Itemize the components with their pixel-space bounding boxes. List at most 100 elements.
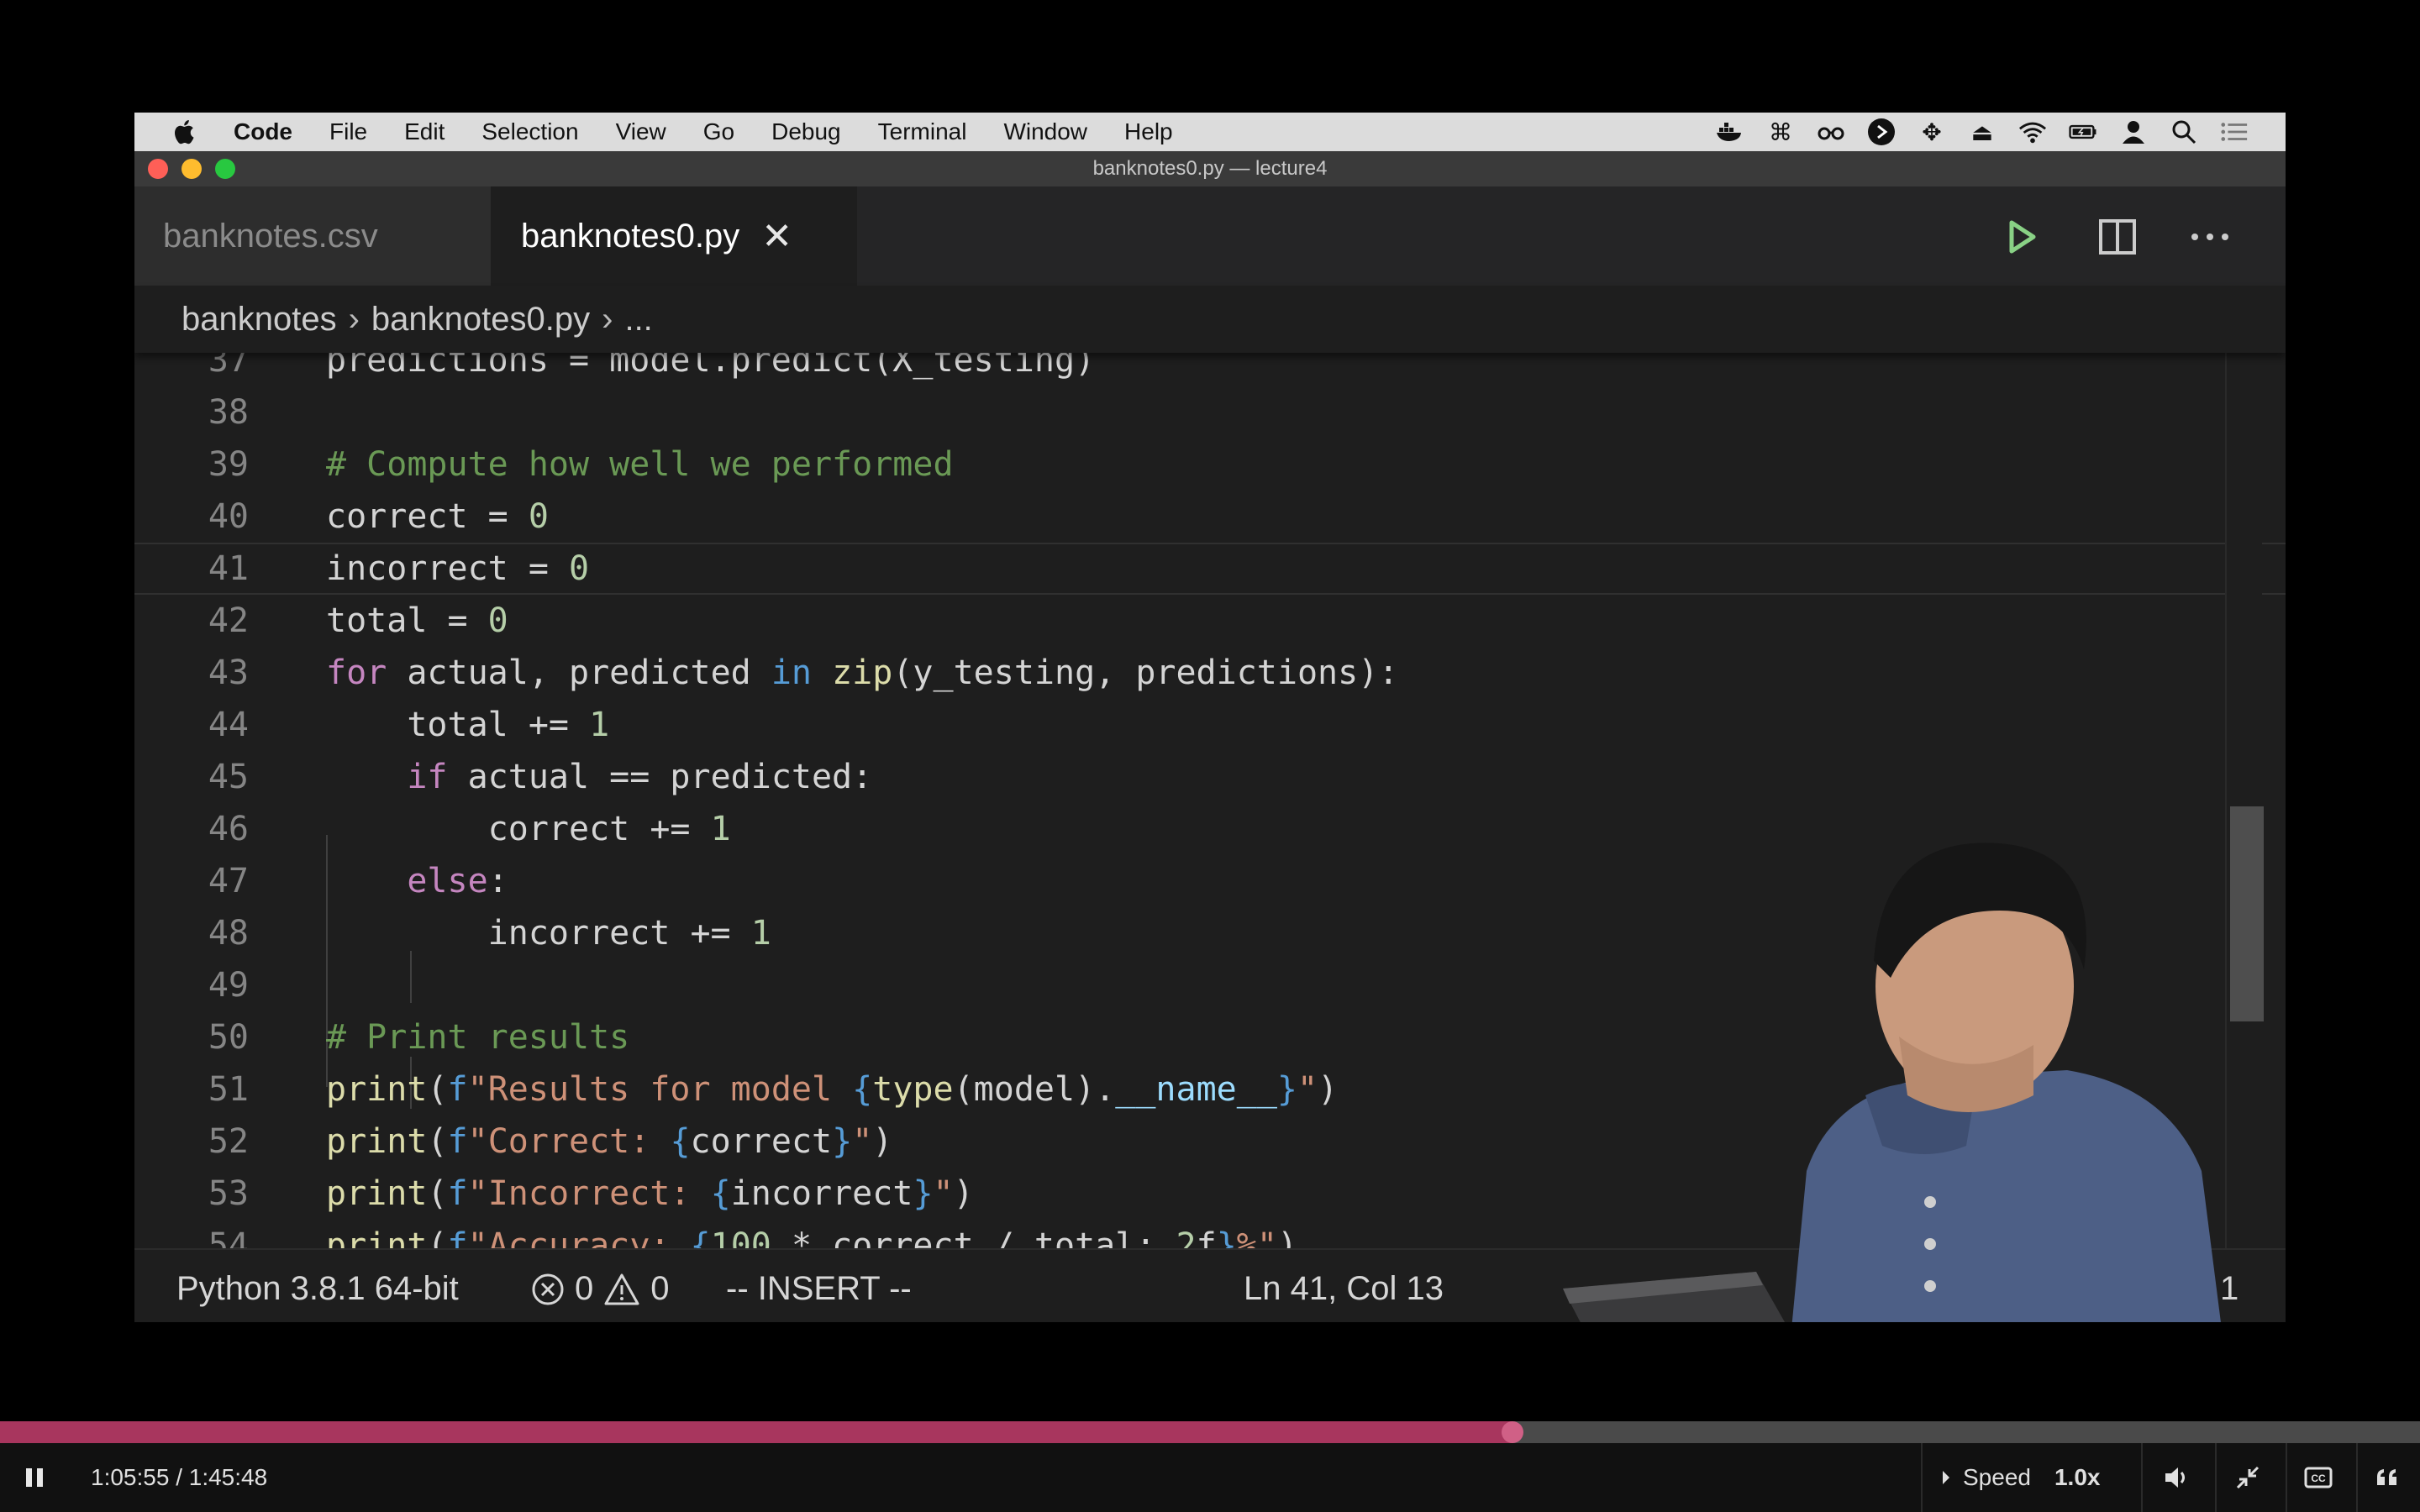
progress-handle[interactable] <box>1502 1421 1523 1443</box>
list-icon[interactable] <box>2220 118 2249 146</box>
code-line[interactable]: 39 # Compute how well we performed <box>134 438 2286 491</box>
menu-debug[interactable]: Debug <box>753 118 860 145</box>
search-icon[interactable] <box>2170 118 2198 146</box>
video-progress-bar[interactable] <box>0 1421 2420 1443</box>
move-icon[interactable]: ✥ <box>1918 118 1946 146</box>
menu-help[interactable]: Help <box>1106 118 1192 145</box>
line-code: print(f"Incorrect: {incorrect}") <box>326 1174 974 1213</box>
editor-tab-bar: banknotes.csv banknotes0.py ✕ <box>134 186 2286 286</box>
command-icon[interactable]: ⌘ <box>1766 118 1795 146</box>
apple-icon[interactable] <box>170 117 200 147</box>
close-icon[interactable]: ✕ <box>761 215 792 258</box>
python-interpreter[interactable]: Python 3.8.1 64-bit <box>176 1270 459 1308</box>
divider <box>1921 1443 1923 1512</box>
speed-value: 1.0x <box>2054 1464 2101 1490</box>
user-icon[interactable] <box>2119 118 2148 146</box>
captions-button[interactable]: CC <box>2292 1443 2344 1512</box>
closed-captions-icon: CC <box>2304 1467 2333 1488</box>
speed-button[interactable]: Speed 1.0x <box>1941 1443 2100 1512</box>
video-frame[interactable]: Code File Edit Selection View Go Debug T… <box>0 0 2420 1512</box>
volume-button[interactable] <box>2151 1443 2203 1512</box>
line-code: correct += 1 <box>326 810 731 848</box>
line-code: total += 1 <box>326 706 610 744</box>
wifi-icon[interactable] <box>2018 118 2047 146</box>
transcript-button[interactable] <box>2361 1443 2413 1512</box>
line-number: 49 <box>208 966 249 1005</box>
menu-edit[interactable]: Edit <box>386 118 463 145</box>
pause-icon <box>26 1468 43 1487</box>
line-code: if actual == predicted: <box>407 758 873 796</box>
run-button[interactable] <box>2000 215 2044 259</box>
line-number: 41 <box>208 549 249 588</box>
code-line[interactable]: 38 <box>134 386 2286 438</box>
menu-file[interactable]: File <box>311 118 386 145</box>
line-number: 52 <box>208 1122 249 1161</box>
menu-terminal[interactable]: Terminal <box>860 118 986 145</box>
code-line[interactable]: 41 incorrect = 0 <box>134 543 2286 595</box>
code-line[interactable]: 43 for actual, predicted in zip(y_testing… <box>134 647 2286 699</box>
vim-mode: -- INSERT -- <box>726 1270 912 1307</box>
volume-icon <box>2165 1467 2185 1488</box>
problems-indicator[interactable]: 0 0 <box>531 1270 670 1308</box>
presenter-image <box>1563 843 2221 1322</box>
code-line[interactable]: 37 predictions = model.predict(X_testing) <box>134 353 2286 386</box>
menu-app-name[interactable]: Code <box>225 118 311 145</box>
line-number: 42 <box>208 601 249 640</box>
quote-icon <box>2377 1469 2396 1485</box>
glasses-icon[interactable] <box>1817 118 1845 146</box>
line-number: 40 <box>208 497 249 536</box>
menu-window[interactable]: Window <box>985 118 1106 145</box>
speed-label: Speed <box>1963 1464 2031 1490</box>
line-code: # Print results <box>326 1018 630 1057</box>
breadcrumb-symbol[interactable]: ... <box>624 301 652 339</box>
divider <box>2356 1443 2358 1512</box>
line-number: 46 <box>208 810 249 848</box>
line-number: 51 <box>208 1070 249 1109</box>
breadcrumb-file[interactable]: banknotes0.py <box>371 301 590 339</box>
line-number: 39 <box>208 445 249 484</box>
battery-icon[interactable] <box>2069 118 2097 146</box>
line-number: 53 <box>208 1174 249 1213</box>
line-code: predictions = model.predict(X_testing) <box>326 353 1096 380</box>
breadcrumb: banknotes › banknotes0.py › ... <box>134 286 2286 353</box>
menu-go[interactable]: Go <box>685 118 753 145</box>
exit-fullscreen-button[interactable] <box>2222 1443 2274 1512</box>
ellipsis-icon <box>2191 234 2228 240</box>
code-line[interactable]: 42 total = 0 <box>134 595 2286 647</box>
line-number: 54 <box>208 1226 249 1248</box>
code-line[interactable]: 44 total += 1 <box>134 699 2286 751</box>
error-count: 0 <box>575 1270 594 1307</box>
progress-fill <box>0 1421 1512 1443</box>
eject-icon[interactable]: ⏏ <box>1968 118 1996 146</box>
docker-icon[interactable] <box>1716 118 1744 146</box>
line-number: 50 <box>208 1018 249 1057</box>
code-line[interactable]: 45 if actual == predicted: <box>134 751 2286 803</box>
window-minimize-button[interactable] <box>182 159 202 179</box>
line-number: 44 <box>208 706 249 744</box>
breadcrumb-folder[interactable]: banknotes <box>182 301 337 339</box>
line-number: 45 <box>208 758 249 796</box>
line-number: 48 <box>208 914 249 953</box>
menu-view[interactable]: View <box>597 118 685 145</box>
tab-banknotes-csv[interactable]: banknotes.csv <box>134 186 491 286</box>
line-code: print(f"Results for model {type(model)._… <box>326 1070 1339 1109</box>
window-titlebar[interactable]: banknotes0.py — lecture4 <box>134 151 2286 186</box>
chevron-right-icon: › <box>348 300 360 338</box>
pause-button[interactable] <box>13 1443 55 1512</box>
error-icon <box>532 1273 564 1305</box>
split-editor-icon <box>2099 219 2136 255</box>
line-number: 43 <box>208 654 249 692</box>
menu-selection[interactable]: Selection <box>463 118 597 145</box>
player-controls: 1:05:55 / 1:45:48 Speed 1.0x CC <box>0 1443 2420 1512</box>
tab-banknotes0-py[interactable]: banknotes0.py ✕ <box>491 186 857 286</box>
split-editor-button[interactable] <box>2096 215 2139 259</box>
window-close-button[interactable] <box>148 159 168 179</box>
window-maximize-button[interactable] <box>215 159 235 179</box>
vscode-window: Code File Edit Selection View Go Debug T… <box>134 113 2286 1322</box>
line-code: incorrect = 0 <box>326 549 590 588</box>
cursor-position[interactable]: Ln 41, Col 13 <box>1244 1270 1444 1308</box>
divider <box>2215 1443 2217 1512</box>
code-line[interactable]: 40 correct = 0 <box>134 491 2286 543</box>
play-circle-icon[interactable] <box>1867 118 1896 146</box>
more-actions-button[interactable] <box>2188 215 2232 259</box>
